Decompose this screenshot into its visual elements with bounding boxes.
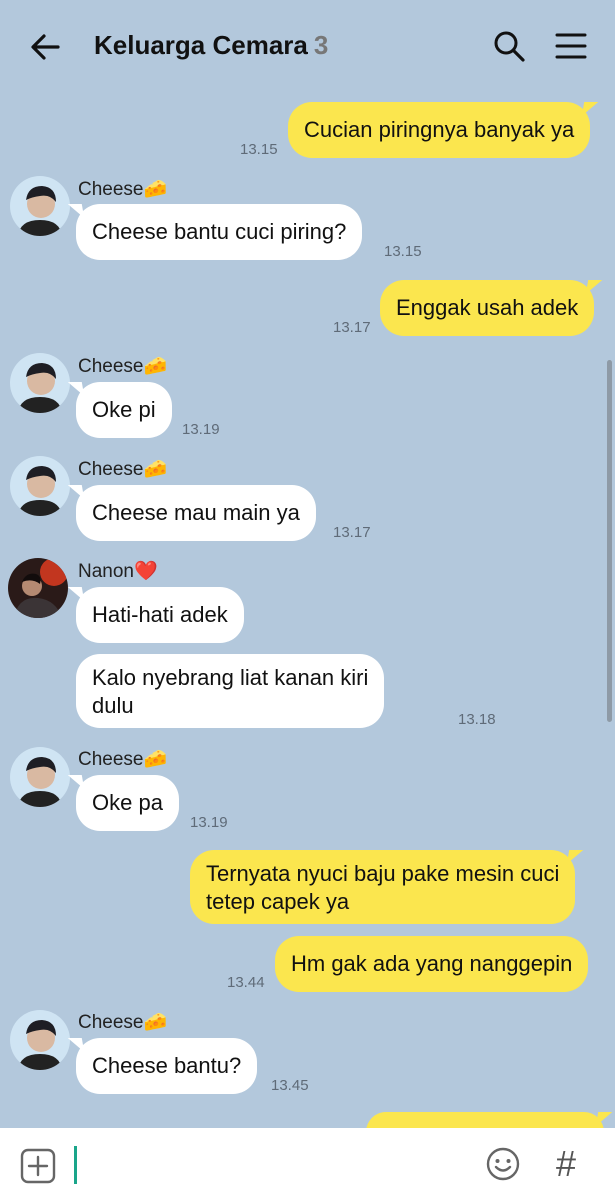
arrow-left-icon[interactable] [28, 30, 62, 64]
chat-header: Keluarga Cemara 3 [0, 0, 615, 92]
plus-square-icon[interactable] [20, 1148, 56, 1184]
message-time: 13.17 [333, 524, 371, 541]
incoming-message-bubble[interactable]: Oke pa [76, 775, 179, 831]
avatar[interactable] [10, 176, 70, 236]
sender-name: Cheese🧀 [78, 1012, 168, 1033]
message-input-field[interactable] [74, 1146, 77, 1184]
outgoing-message-bubble[interactable]: Cucian piringnya banyak ya [288, 102, 591, 158]
incoming-message-bubble[interactable]: Cheese bantu? [76, 1038, 258, 1094]
group-name: Keluarga Cemara [94, 30, 308, 60]
sender-name: Nanon❤️ [78, 561, 158, 582]
message-time: 13.18 [458, 711, 496, 728]
hashtag-button[interactable]: # [556, 1144, 590, 1184]
avatar[interactable] [8, 558, 68, 618]
message-input-bar [0, 1128, 615, 1200]
avatar[interactable] [10, 747, 70, 807]
hamburger-menu-icon[interactable] [555, 31, 587, 61]
message-time: 13.19 [182, 421, 220, 438]
message-time: 13.15 [384, 243, 422, 260]
message-line: Ternyata nyuci baju pake mesin cuci [206, 861, 560, 886]
message-time: 13.19 [190, 814, 228, 831]
avatar[interactable] [10, 456, 70, 516]
incoming-message-bubble[interactable]: Cheese bantu cuci piring? [76, 204, 363, 260]
message-time: 13.15 [240, 141, 278, 158]
search-icon[interactable] [492, 29, 526, 63]
message-line: tetep capek ya [206, 889, 350, 914]
sender-name: Cheese🧀 [78, 179, 168, 200]
avatar[interactable] [10, 1010, 70, 1070]
incoming-message-bubble[interactable]: Hati-hati adek [76, 587, 244, 643]
member-count: 3 [313, 30, 329, 60]
sender-name: Cheese🧀 [78, 749, 168, 770]
message-time: 13.45 [271, 1077, 309, 1094]
message-line: Kalo nyebrang liat kanan kiri [92, 665, 369, 690]
message-line: dulu [92, 693, 134, 718]
sender-name: Cheese🧀 [78, 459, 168, 480]
incoming-message-bubble[interactable]: Oke pi [76, 382, 172, 438]
chat-title: Keluarga Cemara 3 [94, 30, 328, 61]
message-time: 13.17 [333, 319, 371, 336]
sender-name: Cheese🧀 [78, 356, 168, 377]
incoming-message-bubble[interactable]: Kalo nyebrang liat kanan kiri dulu [76, 654, 385, 728]
outgoing-message-bubble[interactable]: Ternyata nyuci baju pake mesin cuci tete… [190, 850, 576, 924]
smiley-icon[interactable] [485, 1146, 521, 1182]
outgoing-message-bubble[interactable]: Enggak usah adek [380, 280, 595, 336]
avatar[interactable] [10, 353, 70, 413]
incoming-message-bubble[interactable]: Cheese mau main ya [76, 485, 316, 541]
scrollbar[interactable] [607, 360, 612, 722]
outgoing-message-bubble[interactable]: Hm gak ada yang nanggepin [275, 936, 589, 992]
message-time: 13.44 [227, 974, 265, 991]
